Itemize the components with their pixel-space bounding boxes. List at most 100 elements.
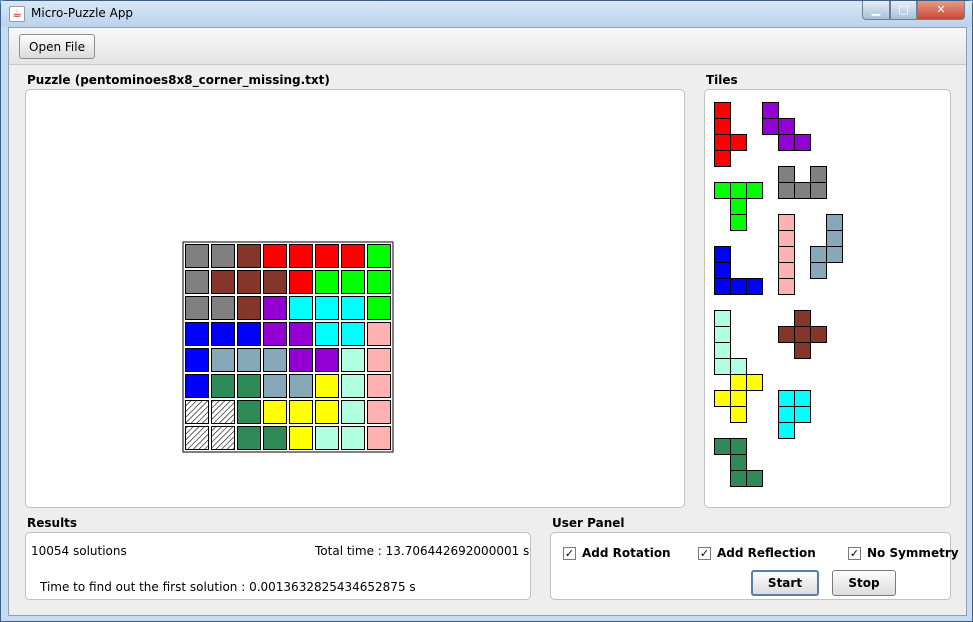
board-cell bbox=[211, 244, 235, 268]
tile-pink-cell bbox=[778, 262, 795, 279]
board-cell bbox=[289, 322, 313, 346]
first-solution-time: Time to find out the first solution : 0.… bbox=[40, 580, 416, 594]
board-cell bbox=[185, 322, 209, 346]
tile-brown-cell bbox=[794, 326, 811, 343]
board-cell bbox=[237, 296, 261, 320]
start-button[interactable]: Start bbox=[751, 570, 819, 596]
tile-cyan-cell bbox=[778, 406, 795, 423]
board-cell bbox=[263, 322, 287, 346]
tile-dkgreen-cell bbox=[746, 470, 763, 487]
board-cell bbox=[185, 296, 209, 320]
stop-button[interactable]: Stop bbox=[832, 570, 896, 596]
board-cell bbox=[315, 322, 339, 346]
tile-red-cell bbox=[714, 134, 731, 151]
tile-gray-cell bbox=[794, 182, 811, 199]
maximize-button[interactable]: □ bbox=[890, 1, 917, 20]
no-symmetry-label: No Symmetry bbox=[867, 546, 959, 560]
missing-cell bbox=[211, 426, 235, 450]
board-cell bbox=[289, 374, 313, 398]
board-cell bbox=[367, 348, 391, 372]
title-bar[interactable]: ☕ Micro-Puzzle App ▁ □ ✕ bbox=[1, 1, 972, 27]
tile-cyan-cell bbox=[794, 390, 811, 407]
tile-pink-cell bbox=[778, 278, 795, 295]
board-cell bbox=[315, 270, 339, 294]
tile-steel-cell bbox=[826, 214, 843, 231]
board-cell bbox=[289, 296, 313, 320]
puzzle-title: Puzzle (pentominoes8x8_corner_missing.tx… bbox=[27, 73, 330, 87]
board-cell bbox=[211, 270, 235, 294]
tile-mint-cell bbox=[714, 358, 731, 375]
board-cell bbox=[237, 348, 261, 372]
tile-red-cell bbox=[730, 134, 747, 151]
tiles-panel bbox=[704, 89, 951, 508]
board-cell bbox=[315, 426, 339, 450]
tile-yellow-cell bbox=[730, 374, 747, 391]
checkmark-icon: ✓ bbox=[698, 547, 711, 560]
tile-yellow-cell bbox=[730, 406, 747, 423]
tile-mint-cell bbox=[730, 358, 747, 375]
missing-cell bbox=[185, 426, 209, 450]
tile-pink-cell bbox=[778, 214, 795, 231]
tile-yellow-cell bbox=[730, 390, 747, 407]
board-cell bbox=[263, 270, 287, 294]
tile-gray-cell bbox=[810, 182, 827, 199]
tile-brown-cell bbox=[794, 310, 811, 327]
board-cell bbox=[289, 426, 313, 450]
tile-yellow-cell bbox=[746, 374, 763, 391]
board-cell bbox=[263, 426, 287, 450]
board-cell bbox=[367, 374, 391, 398]
add-rotation-label: Add Rotation bbox=[582, 546, 671, 560]
tile-dkgreen-cell bbox=[730, 470, 747, 487]
board-cell bbox=[367, 270, 391, 294]
board-cell bbox=[315, 296, 339, 320]
tile-blue-cell bbox=[714, 246, 731, 263]
toolbar: Open File bbox=[9, 28, 966, 65]
minimize-button[interactable]: ▁ bbox=[862, 1, 890, 20]
board-cell bbox=[341, 322, 365, 346]
close-button[interactable]: ✕ bbox=[917, 1, 965, 20]
checkmark-icon: ✓ bbox=[848, 547, 861, 560]
tiles-title: Tiles bbox=[706, 73, 738, 87]
open-file-button[interactable]: Open File bbox=[19, 34, 95, 59]
board-cell bbox=[289, 348, 313, 372]
tile-dkgreen-cell bbox=[730, 454, 747, 471]
board-cell bbox=[185, 270, 209, 294]
tile-purple-cell bbox=[762, 102, 779, 119]
board-cell bbox=[263, 296, 287, 320]
app-window: ☕ Micro-Puzzle App ▁ □ ✕ Open File Puzzl… bbox=[0, 0, 973, 622]
tile-mint-cell bbox=[714, 310, 731, 327]
puzzle-board bbox=[182, 241, 394, 453]
tile-blue-cell bbox=[714, 278, 731, 295]
tile-green-cell bbox=[730, 182, 747, 199]
client-area: Open File Puzzle (pentominoes8x8_corner_… bbox=[8, 27, 967, 616]
missing-cell bbox=[185, 400, 209, 424]
tile-gray-cell bbox=[778, 166, 795, 183]
board-cell bbox=[263, 244, 287, 268]
checkmark-icon: ✓ bbox=[563, 547, 576, 560]
tile-cyan-cell bbox=[794, 406, 811, 423]
board-cell bbox=[315, 244, 339, 268]
tiles-canvas bbox=[714, 102, 843, 487]
results-title: Results bbox=[27, 516, 78, 530]
tile-blue-cell bbox=[730, 278, 747, 295]
tile-brown-cell bbox=[778, 326, 795, 343]
tile-mint-cell bbox=[714, 342, 731, 359]
board-cell bbox=[237, 374, 261, 398]
tile-brown-cell bbox=[810, 326, 827, 343]
board-cell bbox=[237, 426, 261, 450]
board-cell bbox=[367, 426, 391, 450]
tile-green-cell bbox=[746, 182, 763, 199]
board-cell bbox=[185, 374, 209, 398]
total-time: Total time : 13.706442692000001 s bbox=[315, 544, 530, 558]
board-cell bbox=[289, 400, 313, 424]
board-cell bbox=[237, 322, 261, 346]
board-cell bbox=[237, 270, 261, 294]
board-cell bbox=[263, 374, 287, 398]
board-cell bbox=[341, 296, 365, 320]
board-cell bbox=[341, 426, 365, 450]
board-cell bbox=[185, 244, 209, 268]
board-cell bbox=[367, 244, 391, 268]
missing-cell bbox=[211, 400, 235, 424]
tile-red-cell bbox=[714, 118, 731, 135]
tile-green-cell bbox=[714, 182, 731, 199]
